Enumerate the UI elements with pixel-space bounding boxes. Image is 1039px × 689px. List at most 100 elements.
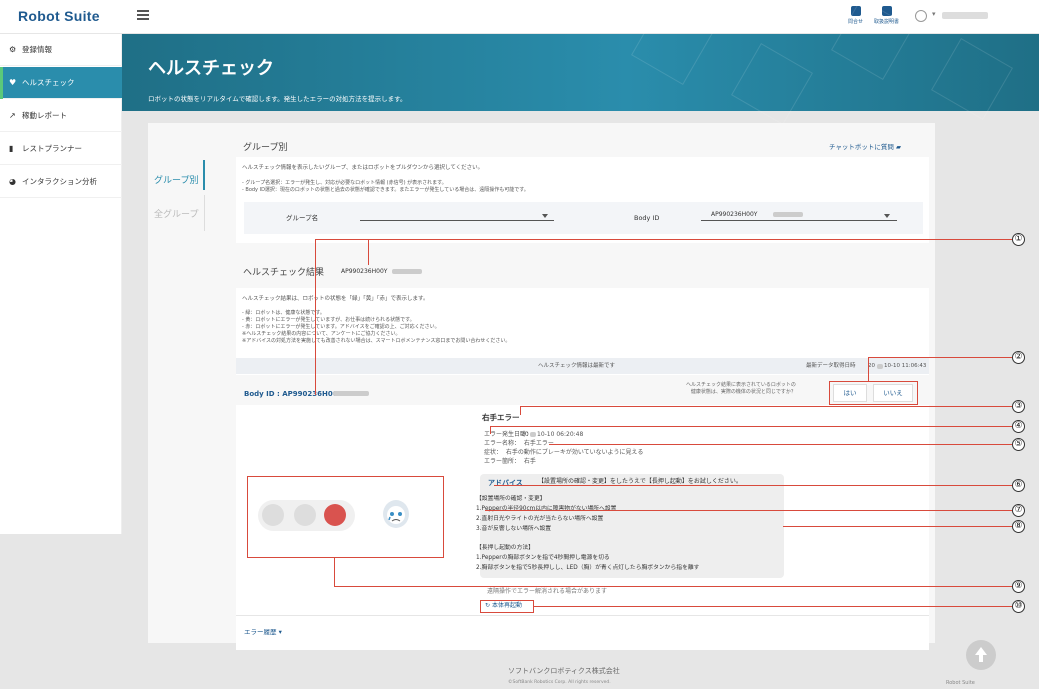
menu-toggle-icon[interactable] [137, 10, 149, 20]
fetch-label: 最新データ取得日時 [806, 363, 856, 369]
result-line-3: - 赤：ロボットにエラーが発生しています。アドバイスをご確認の上、ご対応ください… [242, 324, 440, 330]
result-line-5: ※アドバイスの対処方法を実施しても改善されない場合は、スマートロボメンテナンス窓… [242, 338, 511, 344]
callout-line-3-v [520, 406, 522, 415]
result-id-blurred [392, 269, 422, 274]
callout-line-2-v [868, 357, 870, 381]
sidebar-item-report[interactable]: ↗ 稼動レポート [0, 100, 122, 132]
tab-divider [204, 195, 205, 231]
callout-2: ② [1012, 351, 1025, 364]
callout-line-4-v [490, 426, 492, 434]
callout-line-9 [334, 586, 1012, 588]
sidebar-item-label: 稼動レポート [22, 111, 67, 120]
result-line-2: - 黄：ロボットにエラーが発生していますが、お仕事は続けられる状態です。 [242, 317, 415, 323]
chatbot-link[interactable]: チャットボットに質問 ▰ [829, 141, 901, 151]
result-id: AP990236H00Y [341, 268, 388, 275]
chevron-down-icon[interactable] [542, 214, 548, 218]
error-name: エラー名称： 右手エラー [484, 440, 554, 447]
callout-9: ⑨ [1012, 580, 1025, 593]
callout-line-5 [549, 444, 1012, 446]
chevron-down-icon[interactable] [884, 214, 890, 218]
bar-icon: ▮ [9, 144, 14, 153]
body-id-header-blurred [333, 391, 369, 396]
footer-company: ソフトバンクロボティクス株式会社 [508, 667, 620, 675]
advice-line-7: 1.Pepperの胸部ボタンを指で4秒間押し電源を切る [476, 555, 610, 561]
tab-all-groups[interactable]: 全グループ [154, 207, 198, 220]
chatbot-label: チャットボットに質問 [829, 143, 894, 151]
page-subtitle: ロボットの状態をリアルタイムで確認します。発生したエラーの対処方法を提示します。 [148, 95, 407, 103]
body-id-select[interactable]: AP990236H00Y [701, 209, 897, 221]
chevron-down-icon: ▾ [278, 628, 282, 636]
callout-6: ⑥ [1012, 479, 1025, 492]
app-logo[interactable]: Robot Suite [18, 8, 100, 24]
group-note-1: - グループ名選択：エラーが発生し、対応が必要なロボット情報 (赤信号) が表示… [242, 180, 447, 186]
hex-decoration [931, 38, 1013, 120]
remote-note: 遠隔操作でエラー解消される場合があります [487, 588, 608, 595]
user-name-blurred[interactable] [942, 12, 988, 19]
callout-line-7 [485, 510, 1012, 512]
callout-4: ④ [1012, 420, 1025, 433]
error-date-prefix: 20 [521, 431, 529, 438]
footer-copyright: ©SoftBank Robotics Corp. All rights rese… [508, 680, 611, 685]
result-desc: ヘルスチェック結果は、ロボットの状態を「緑」「黄」「赤」で表示します。 [242, 296, 429, 302]
user-avatar-icon[interactable] [915, 10, 927, 22]
group-name-select[interactable] [360, 209, 554, 221]
body-id-blurred [773, 212, 803, 217]
advice-line-1: 【設置場所の確認・変更】 [476, 496, 546, 502]
chevron-down-icon[interactable]: ▾ [932, 10, 936, 18]
callout-line-1 [315, 239, 1012, 241]
sidebar: ⚙ 登録情報 ♥ ヘルスチェック ↗ 稼動レポート ▮ レストプランナー ◕ イ… [0, 34, 122, 534]
callout-line-9-v [334, 558, 336, 586]
callout-line-1-v [315, 239, 317, 395]
advice-head: 【設置場所の確認・変更】をしたうえで【長押し起動】をお試しください。 [538, 478, 742, 485]
advice-label: アドバイス [488, 479, 523, 487]
sidebar-item-healthcheck[interactable]: ♥ ヘルスチェック [0, 67, 122, 99]
advice-line-8: 2.胸部ボタンを指で5秒長押しし、LED（胸）が青く点灯したら胸ボタンから指を離… [476, 565, 700, 571]
sidebar-item-interaction[interactable]: ◕ インタラクション分析 [0, 166, 122, 198]
result-line-1: - 緑：ロボットは、健康な状態です。 [242, 310, 325, 316]
sidebar-item-label: レストプランナー [22, 144, 82, 153]
callout-line-2 [868, 357, 1012, 359]
chart-icon: ↗ [9, 111, 16, 120]
callout-5: ⑤ [1012, 438, 1025, 451]
body-id-header: Body ID : AP990236H00Y [244, 390, 343, 398]
gear-icon: ⚙ [9, 45, 17, 54]
advice-line-3: 2.直射日光やライトの光が当たらない場所へ設置 [476, 516, 604, 522]
advice-box: アドバイス 【設置場所の確認・変更】をしたうえで【長押し起動】をお試しください。… [476, 474, 784, 578]
callout-line-6 [494, 485, 1012, 487]
survey-question: ヘルスチェック結果に表示されているロボットの 健康状態は、実際の機体の状況と同じ… [686, 382, 796, 395]
error-title: 右手エラー [482, 413, 520, 422]
error-location: エラー箇所： 右手 [484, 458, 536, 465]
body-id-value: AP990236H00Y [711, 211, 758, 218]
sidebar-item-rest-planner[interactable]: ▮ レストプランナー [0, 133, 122, 165]
advice-line-6: 【長押し起動の方法】 [476, 545, 534, 551]
error-date-suffix: 10-10 06:20:48 [537, 431, 584, 438]
result-title: ヘルスチェック結果 [243, 268, 325, 278]
result-line-4: ※ヘルスチェック結果の内容について、アンケートにご協力ください。 [242, 331, 401, 337]
pie-icon: ◕ [9, 177, 16, 186]
group-section-title: グループ別 [243, 143, 288, 153]
scroll-top-button[interactable] [966, 640, 996, 670]
tab-group[interactable]: グループ別 [154, 173, 198, 186]
callout-8: ⑧ [1012, 520, 1025, 533]
error-history-label: エラー履歴 [244, 628, 277, 636]
error-symptom: 症状： 右手の動作にブレーキが効いていないように見える [484, 449, 644, 456]
result-card: ヘルスチェック結果は、ロボットの状態を「緑」「黄」「赤」で表示します。 - 緑：… [236, 288, 929, 650]
callout-box-10 [480, 600, 534, 613]
callout-line-1-v2 [368, 239, 370, 265]
error-history-toggle[interactable]: エラー履歴 ▾ [244, 626, 282, 636]
callout-line-3 [520, 406, 1012, 408]
group-desc: ヘルスチェック情報を表示したいグループ、またはロボットをプルダウンから選択してく… [242, 165, 484, 171]
group-note-2: - Body ID選択：現在のロボットの状態と過去の状態が確認できます。またエラ… [242, 187, 529, 193]
footer-brand: Robot Suite [946, 680, 975, 686]
callout-line-4 [490, 426, 1012, 428]
tab-active-indicator [203, 160, 205, 190]
callout-box-9 [247, 476, 444, 558]
chat-bubble-icon: ▰ [896, 143, 902, 151]
sidebar-item-label: インタラクション分析 [22, 177, 97, 186]
sidebar-item-registration[interactable]: ⚙ 登録情報 [0, 34, 122, 66]
group-card: ヘルスチェック情報を表示したいグループ、またはロボットをプルダウンから選択してく… [236, 157, 929, 243]
fetch-blurred [877, 364, 883, 369]
callout-10: ⑩ [1012, 600, 1025, 613]
divider [236, 615, 929, 616]
callout-line-10 [534, 606, 1012, 608]
